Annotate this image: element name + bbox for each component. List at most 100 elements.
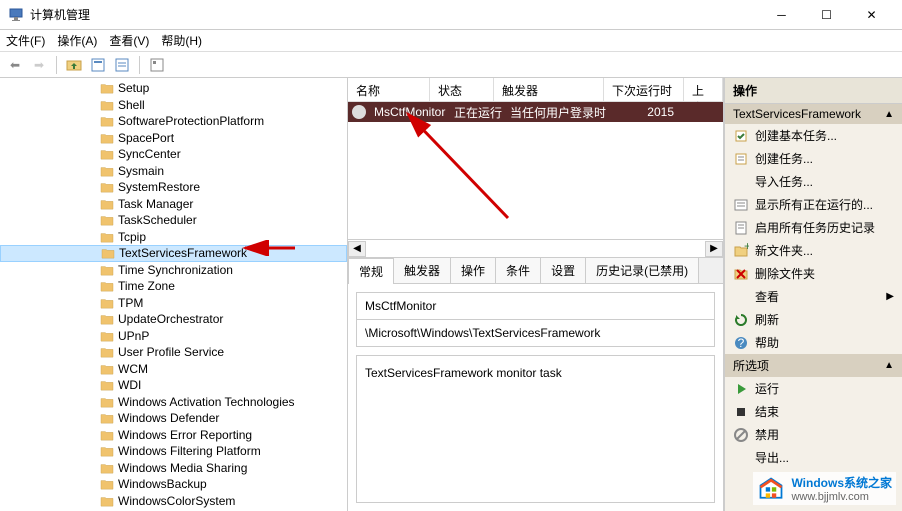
- task-cell-name: MsCtfMonitor: [366, 105, 446, 119]
- menu-bar: 文件(F) 操作(A) 查看(V) 帮助(H): [0, 30, 902, 52]
- tree-item-label: Windows Media Sharing: [118, 461, 247, 475]
- tab-general[interactable]: 常规: [348, 258, 394, 284]
- action-删除文件夹[interactable]: 删除文件夹: [725, 262, 902, 285]
- tree-item-windowserrorreporting[interactable]: Windows Error Reporting: [0, 427, 347, 444]
- tree-item-timesynchronization[interactable]: Time Synchronization: [0, 262, 347, 279]
- tree-item-label: Time Synchronization: [118, 263, 233, 277]
- task-list-hscroll[interactable]: ◀ ▶: [348, 239, 723, 257]
- action-新文件夹[interactable]: +新文件夹...: [725, 239, 902, 262]
- tree-item-upnp[interactable]: UPnP: [0, 328, 347, 345]
- watermark: Windows系统之家 www.bjjmlv.com: [753, 472, 896, 505]
- col-nextrun[interactable]: 下次运行时间: [604, 78, 684, 101]
- action-禁用[interactable]: 禁用: [725, 423, 902, 446]
- menu-help[interactable]: 帮助(H): [161, 32, 202, 49]
- tree-item-synccenter[interactable]: SyncCenter: [0, 146, 347, 163]
- run-icon: [733, 381, 749, 397]
- menu-file[interactable]: 文件(F): [6, 32, 45, 49]
- tree-item-softwareprotectionplatform[interactable]: SoftwareProtectionPlatform: [0, 113, 347, 130]
- window-title: 计算机管理: [30, 6, 759, 23]
- tree-item-label: Task Manager: [118, 197, 193, 211]
- task-row-selected[interactable]: MsCtfMonitor 正在运行 当任何用户登录时 2015: [348, 102, 723, 122]
- tree-item-wdi[interactable]: WDI: [0, 377, 347, 394]
- tree-item-taskmanager[interactable]: Task Manager: [0, 196, 347, 213]
- action-刷新[interactable]: 刷新: [725, 308, 902, 331]
- tree-item-windowsdefender[interactable]: Windows Defender: [0, 410, 347, 427]
- tree-item-windowsbackup[interactable]: WindowsBackup: [0, 476, 347, 493]
- action-label: 运行: [755, 380, 779, 397]
- maximize-button[interactable]: ☐: [804, 0, 849, 30]
- tree-item-wcm[interactable]: WCM: [0, 361, 347, 378]
- col-last[interactable]: 上次: [684, 78, 723, 101]
- toolbar-btn-4[interactable]: [146, 54, 168, 76]
- task-list-header: 名称 状态 触发器 下次运行时间 上次: [348, 78, 723, 102]
- actions-group2-header[interactable]: 所选项 ▲: [725, 354, 902, 377]
- action-启用所有任务历史记录[interactable]: 启用所有任务历史记录: [725, 216, 902, 239]
- nav-back-button[interactable]: ⬅: [4, 54, 26, 76]
- watermark-line2: www.bjjmlv.com: [791, 491, 892, 503]
- close-button[interactable]: ✕: [849, 0, 894, 30]
- col-status[interactable]: 状态: [430, 78, 494, 101]
- col-triggers[interactable]: 触发器: [494, 78, 604, 101]
- tab-actions[interactable]: 操作: [450, 257, 496, 283]
- action-label: 结束: [755, 403, 779, 420]
- task-list-pane: 名称 状态 触发器 下次运行时间 上次 MsCtfMonitor 正在运行 当任…: [348, 78, 723, 258]
- tab-triggers[interactable]: 触发器: [393, 257, 451, 283]
- action-帮助[interactable]: ?帮助: [725, 331, 902, 354]
- actions-group1-title: TextServicesFramework: [733, 107, 861, 121]
- tree-item-sysmain[interactable]: Sysmain: [0, 163, 347, 180]
- menu-action[interactable]: 操作(A): [57, 32, 97, 49]
- minimize-button[interactable]: ─: [759, 0, 804, 30]
- tab-conditions[interactable]: 条件: [495, 257, 541, 283]
- tree-item-windowsactivationtechnologies[interactable]: Windows Activation Technologies: [0, 394, 347, 411]
- blank-icon: [733, 450, 749, 466]
- action-运行[interactable]: 运行: [725, 377, 902, 400]
- tree-item-setup[interactable]: Setup: [0, 80, 347, 97]
- tree-item-userprofileservice[interactable]: User Profile Service: [0, 344, 347, 361]
- actions-pane-title: 操作: [725, 78, 902, 104]
- tree-item-windowscolorsystem[interactable]: WindowsColorSystem: [0, 493, 347, 510]
- tree-item-shell[interactable]: Shell: [0, 97, 347, 114]
- up-button[interactable]: [63, 54, 85, 76]
- tree-item-systemrestore[interactable]: SystemRestore: [0, 179, 347, 196]
- action-创建基本任务[interactable]: 创建基本任务...: [725, 124, 902, 147]
- actions-group1-header[interactable]: TextServicesFramework ▲: [725, 104, 902, 124]
- newf-icon: +: [733, 243, 749, 259]
- tree-item-tcpip[interactable]: Tcpip: [0, 229, 347, 246]
- tree-item-spaceport[interactable]: SpacePort: [0, 130, 347, 147]
- scroll-right-button[interactable]: ▶: [705, 241, 723, 257]
- menu-view[interactable]: 查看(V): [109, 32, 149, 49]
- task-name-field[interactable]: MsCtfMonitor: [356, 292, 715, 320]
- task-cell-triggers: 当任何用户登录时: [502, 104, 612, 121]
- toolbar-btn-2[interactable]: [87, 54, 109, 76]
- action-创建任务[interactable]: 创建任务...: [725, 147, 902, 170]
- tree-item-taskscheduler[interactable]: TaskScheduler: [0, 212, 347, 229]
- col-name[interactable]: 名称: [348, 78, 430, 101]
- tab-settings[interactable]: 设置: [540, 257, 586, 283]
- tree-item-tpm[interactable]: TPM: [0, 295, 347, 312]
- action-导入任务[interactable]: 导入任务...: [725, 170, 902, 193]
- action-显示所有正在运行的[interactable]: 显示所有正在运行的...: [725, 193, 902, 216]
- tree-item-windowsmediasharing[interactable]: Windows Media Sharing: [0, 460, 347, 477]
- delf-icon: [733, 266, 749, 282]
- nav-forward-button[interactable]: ➡: [28, 54, 50, 76]
- tree-item-updateorchestrator[interactable]: UpdateOrchestrator: [0, 311, 347, 328]
- task-desc-field[interactable]: TextServicesFramework monitor task: [356, 355, 715, 503]
- scroll-left-button[interactable]: ◀: [348, 241, 366, 257]
- tree-item-textservicesframework[interactable]: TextServicesFramework: [0, 245, 347, 262]
- action-label: 创建任务...: [755, 150, 813, 167]
- app-icon: [8, 7, 24, 23]
- tree-item-label: Time Zone: [118, 279, 175, 293]
- toolbar-btn-3[interactable]: [111, 54, 133, 76]
- blank-icon: [733, 289, 749, 305]
- help-icon: ?: [733, 335, 749, 351]
- action-label: 显示所有正在运行的...: [755, 196, 873, 213]
- action-查看[interactable]: 查看▶: [725, 285, 902, 308]
- actions-group2-title: 所选项: [733, 357, 769, 374]
- tree-item-timezone[interactable]: Time Zone: [0, 278, 347, 295]
- action-结束[interactable]: 结束: [725, 400, 902, 423]
- action-导出[interactable]: 导出...: [725, 446, 902, 469]
- folder-tree[interactable]: SetupShellSoftwareProtectionPlatformSpac…: [0, 78, 348, 511]
- tab-history[interactable]: 历史记录(已禁用): [585, 257, 699, 283]
- action-label: 删除文件夹: [755, 265, 815, 282]
- tree-item-windowsfilteringplatform[interactable]: Windows Filtering Platform: [0, 443, 347, 460]
